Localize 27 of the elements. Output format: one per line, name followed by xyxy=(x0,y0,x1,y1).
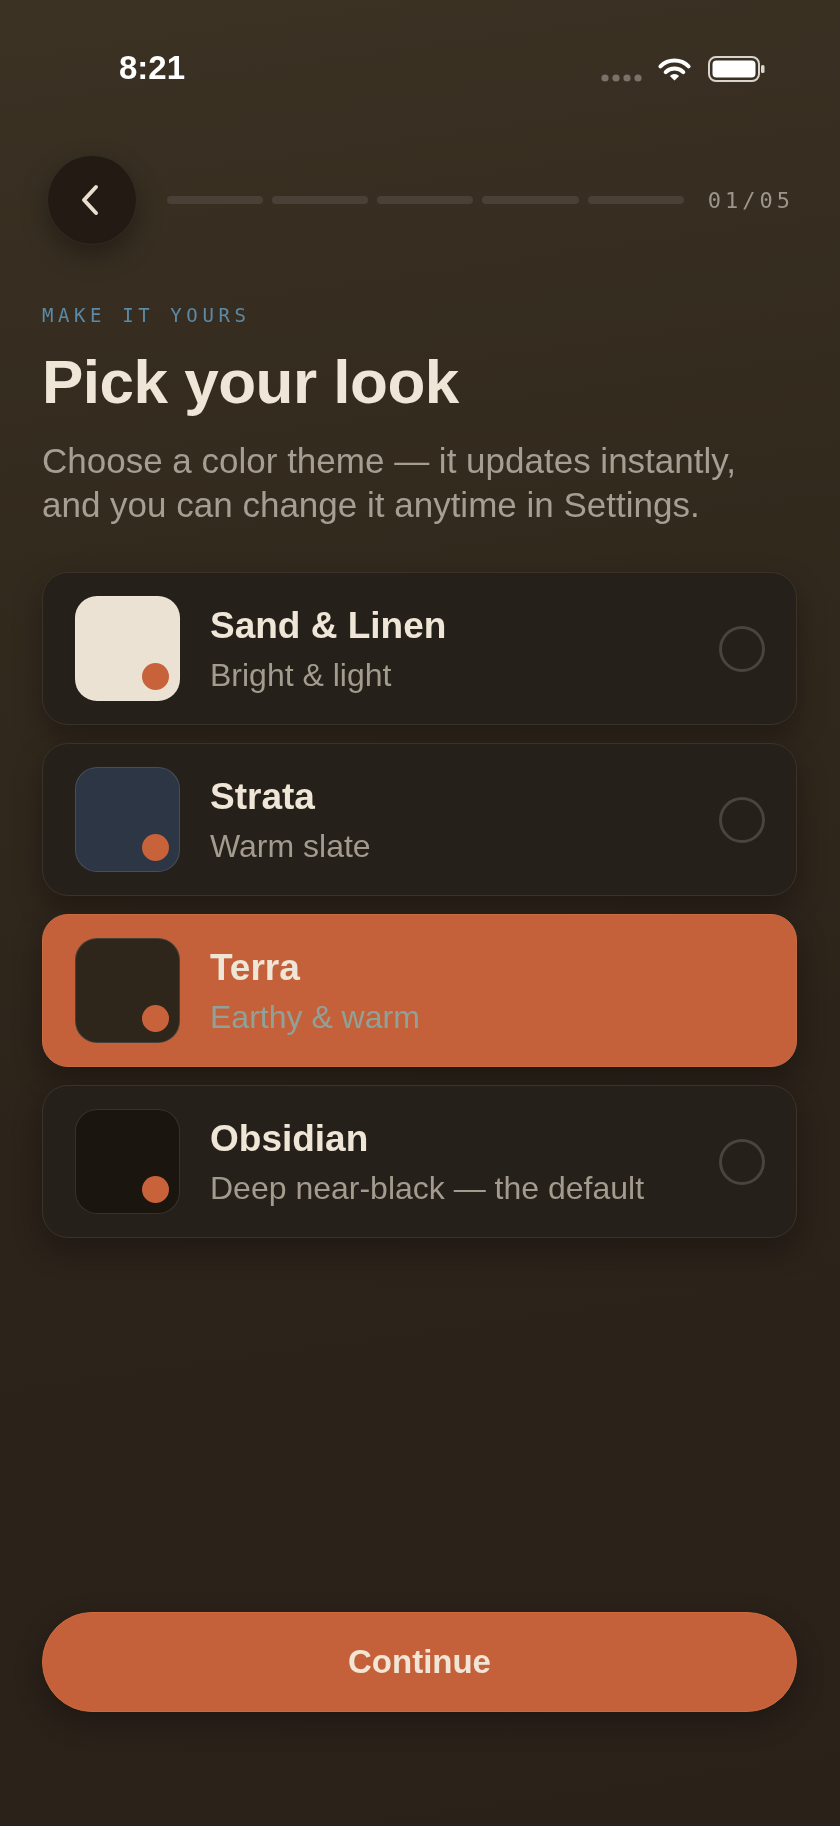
theme-name: Strata xyxy=(210,774,316,819)
accent-dot-icon xyxy=(142,663,169,690)
accent-dot-icon xyxy=(142,1176,169,1203)
wifi-icon xyxy=(657,56,692,81)
accent-dot-icon xyxy=(142,834,169,861)
theme-description: Warm slate xyxy=(210,826,371,865)
step-counter: 01/05 xyxy=(707,187,794,213)
theme-description: Bright & light xyxy=(210,655,393,694)
theme-option[interactable]: Strata Warm slate xyxy=(42,743,797,896)
radio-circle-icon xyxy=(719,1138,765,1185)
status-time: 8:21 xyxy=(119,48,186,88)
theme-description: Earthy & warm xyxy=(210,997,420,1036)
battery-icon xyxy=(708,56,765,82)
radio-circle-icon xyxy=(719,625,765,672)
theme-option[interactable]: Sand & Linen Bright & light xyxy=(42,572,797,725)
chevron-left-icon xyxy=(80,184,100,216)
radio-circle-icon xyxy=(719,796,765,843)
eyebrow-label: MAKE IT YOURS xyxy=(41,304,251,326)
accent-dot-icon xyxy=(142,1005,169,1032)
theme-name: Obsidian xyxy=(210,1116,370,1161)
signal-dots-icon xyxy=(601,74,642,82)
theme-name: Sand & Linen xyxy=(210,603,447,648)
page-description: Choose a color theme — it updates instantly, and you can change it anytime in Settings. xyxy=(42,440,737,526)
page-title: Pick your look xyxy=(42,347,459,417)
theme-name: Terra xyxy=(210,945,301,990)
theme-option[interactable]: Obsidian Deep near-black — the default xyxy=(42,1085,797,1238)
theme-description: Deep near-black — the default xyxy=(210,1168,645,1207)
